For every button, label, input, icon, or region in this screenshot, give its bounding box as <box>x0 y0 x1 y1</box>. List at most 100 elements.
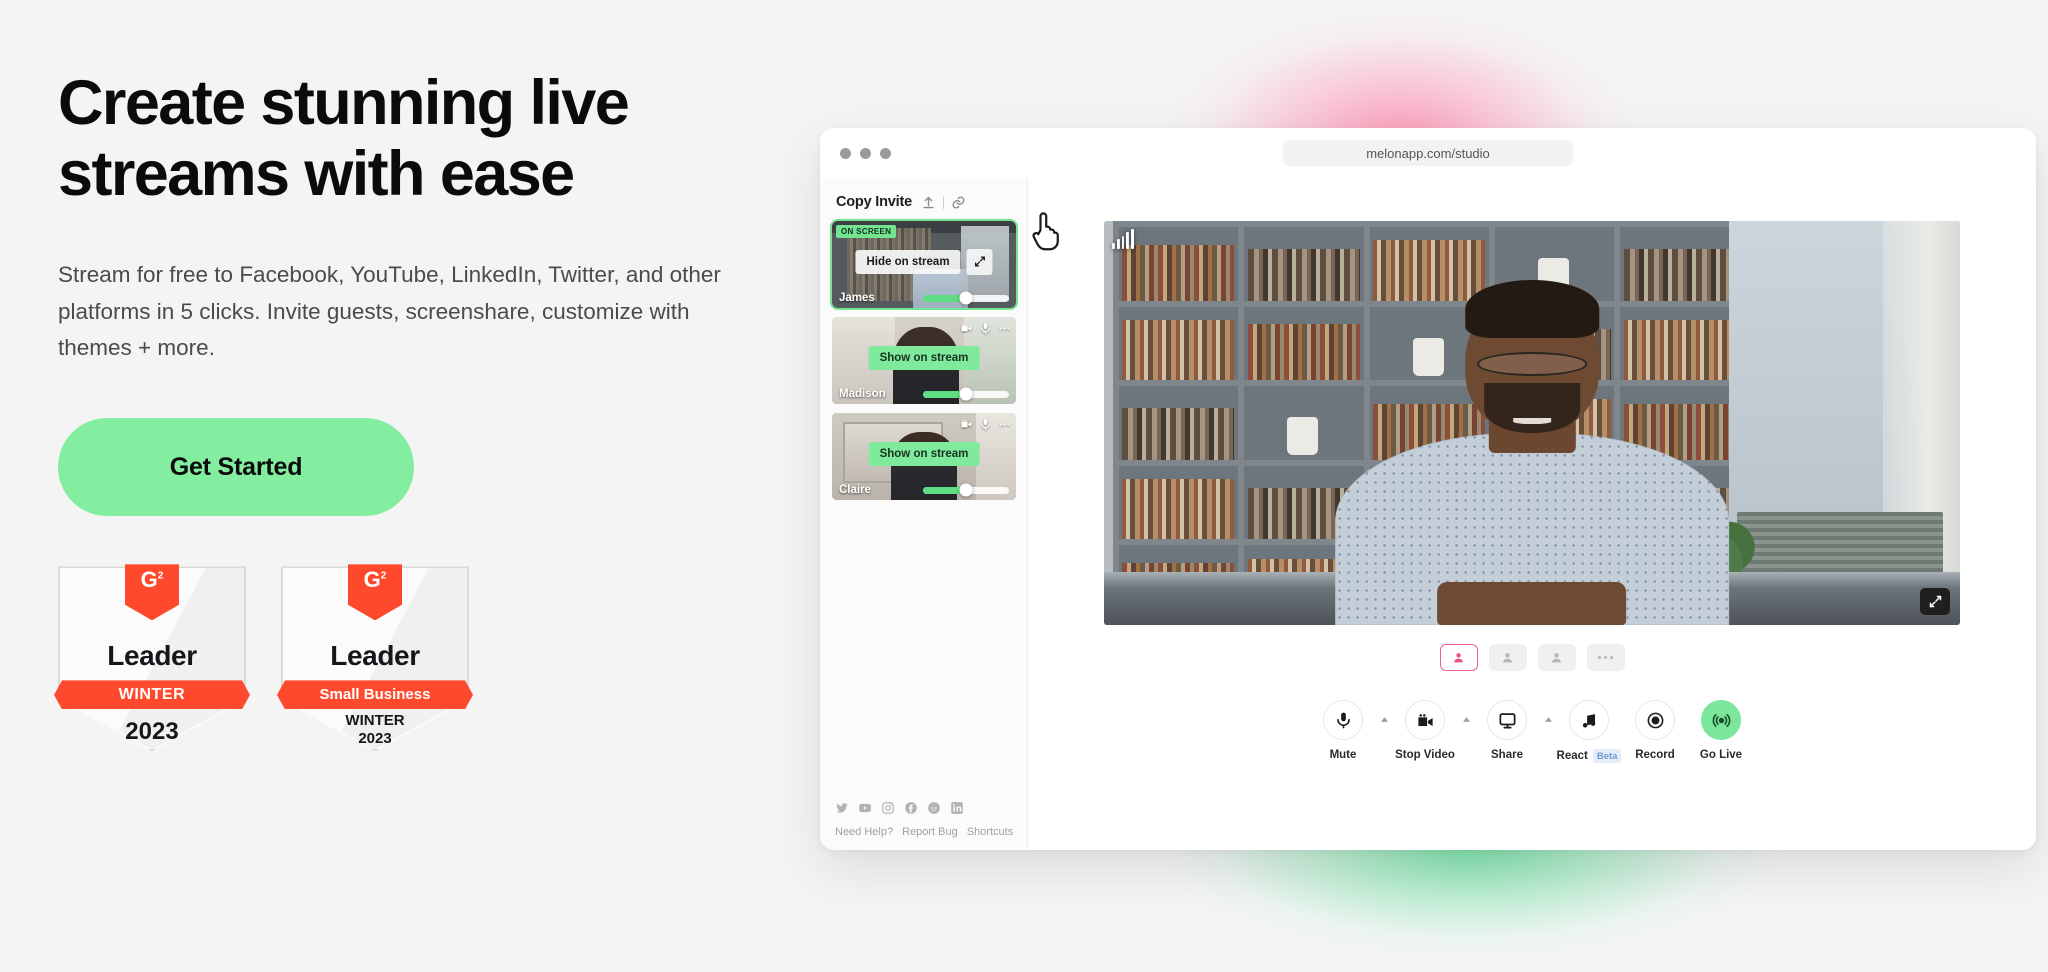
volume-thumb[interactable] <box>959 483 973 497</box>
show-on-stream-button[interactable]: Show on stream <box>868 441 980 466</box>
badge-subtext-line2: 2023 <box>358 730 392 748</box>
volume-slider[interactable] <box>923 291 1009 305</box>
control-label: Go Live <box>1699 749 1743 761</box>
instagram-icon[interactable] <box>881 801 895 815</box>
page-title: Create stunning live streams with ease <box>58 68 630 209</box>
badge-ribbon-label: Small Business <box>319 686 431 704</box>
link-icon[interactable] <box>951 195 966 210</box>
beta-badge: Beta <box>1592 749 1622 763</box>
need-help-link[interactable]: Need Help? <box>835 826 893 838</box>
twitter-icon[interactable] <box>835 801 849 815</box>
participant-card-icons <box>960 322 1011 335</box>
main-video[interactable] <box>1104 221 1960 625</box>
fullscreen-button[interactable] <box>1920 588 1950 615</box>
participant-card-madison[interactable]: Show on stream Madison <box>832 317 1016 404</box>
volume-slider[interactable] <box>923 387 1009 401</box>
camera-icon[interactable] <box>960 418 973 431</box>
participant-card-icons <box>960 418 1011 431</box>
presenter-smile <box>1512 417 1552 424</box>
participant-name: James <box>839 292 875 304</box>
more-icon[interactable] <box>998 418 1011 431</box>
shortcuts-link[interactable]: Shortcuts <box>967 826 1013 838</box>
browser-window: melonapp.com/studio Copy Invite ON SCREE… <box>820 128 2036 850</box>
camera-icon <box>1405 700 1445 740</box>
youtube-icon[interactable] <box>858 801 872 815</box>
browser-chrome: melonapp.com/studio <box>820 128 2036 178</box>
upload-icon[interactable] <box>921 195 936 210</box>
more-layouts-icon[interactable] <box>1586 644 1625 671</box>
linkedin-icon[interactable] <box>950 801 964 815</box>
volume-slider[interactable] <box>923 483 1009 497</box>
sidebar-footer-links: Need Help? Report Bug Shortcuts <box>832 826 1015 838</box>
badge-title: Leader <box>330 640 420 672</box>
go-live-button[interactable]: Go Live <box>1690 700 1752 761</box>
hero-section: Create stunning live streams with ease S… <box>58 68 798 752</box>
presenter-hands <box>1437 581 1627 625</box>
presenter-head <box>1465 279 1599 433</box>
react-label-text: React <box>1556 750 1588 762</box>
control-label: React Beta <box>1557 749 1622 763</box>
control-bar: Mute Stop Video Share React Beta Record … <box>1312 700 1752 763</box>
video-options-caret[interactable] <box>1460 715 1472 724</box>
minimize-icon[interactable] <box>860 147 871 159</box>
shelf-cell <box>1118 306 1239 381</box>
badge-year: 2023 <box>125 718 179 746</box>
stream-toggle-group: Show on stream <box>868 345 980 370</box>
participant-card-james[interactable]: ON SCREEN Hide on stream James <box>830 219 1018 310</box>
layout-selector <box>1439 644 1625 671</box>
badge-subtext: WINTER 2023 <box>281 712 469 747</box>
camera-icon[interactable] <box>960 322 973 335</box>
g2-logo-label: G2 <box>363 567 387 593</box>
volume-thumb[interactable] <box>959 291 973 305</box>
react-button[interactable]: React Beta <box>1557 700 1622 763</box>
social-links <box>832 801 1015 815</box>
badge-ribbon: Small Business <box>277 680 473 709</box>
g2-badge-leader-winter: G2 Leader WINTER 2023 <box>58 564 246 752</box>
mic-icon[interactable] <box>979 322 992 335</box>
control-label: Stop Video <box>1395 749 1455 761</box>
monitor-icon <box>1487 700 1527 740</box>
hero-subcopy: Stream for free to Facebook, YouTube, Li… <box>58 262 721 360</box>
share-button[interactable]: Share <box>1476 700 1538 761</box>
video-scene <box>1104 221 1960 625</box>
close-icon[interactable] <box>840 147 851 159</box>
reddit-icon[interactable] <box>927 801 941 815</box>
record-icon <box>1635 700 1675 740</box>
presenter-hair <box>1465 279 1599 339</box>
mic-icon[interactable] <box>979 418 992 431</box>
mute-options-caret[interactable] <box>1378 715 1390 724</box>
copy-invite-row[interactable]: Copy Invite <box>832 194 1015 221</box>
participant-footer: Madison <box>832 387 1016 401</box>
get-started-button[interactable]: Get Started <box>58 418 414 517</box>
layout-option-3[interactable] <box>1537 644 1576 671</box>
layout-option-2[interactable] <box>1488 644 1527 671</box>
control-label: Record <box>1635 749 1675 761</box>
hide-on-stream-button[interactable]: Hide on stream <box>855 249 961 274</box>
shelf-cell <box>1244 227 1364 301</box>
report-bug-link[interactable]: Report Bug <box>902 826 958 838</box>
show-on-stream-button[interactable]: Show on stream <box>868 345 980 370</box>
presenter-glasses <box>1477 352 1587 376</box>
participant-footer: James <box>832 291 1016 305</box>
studio-app: Copy Invite ON SCREEN Hide on stream Jam… <box>820 178 2036 850</box>
on-screen-badge: ON SCREEN <box>836 225 897 238</box>
mute-button[interactable]: Mute <box>1312 700 1374 761</box>
signal-strength-icon <box>1112 229 1134 249</box>
invite-icon-group <box>921 195 966 210</box>
facebook-icon[interactable] <box>904 801 918 815</box>
g2-badge-leader-small-business: G2 Leader Small Business WINTER 2023 <box>281 564 469 752</box>
share-options-caret[interactable] <box>1542 715 1554 724</box>
stop-video-button[interactable]: Stop Video <box>1394 700 1456 761</box>
layout-option-single[interactable] <box>1439 644 1478 671</box>
record-button[interactable]: Record <box>1624 700 1686 761</box>
control-label: Share <box>1491 749 1523 761</box>
participant-card-claire[interactable]: Show on stream Claire <box>832 413 1016 500</box>
more-icon[interactable] <box>998 322 1011 335</box>
broadcast-icon <box>1701 700 1741 740</box>
stream-toggle-group: Show on stream <box>868 441 980 466</box>
badge-subtext-line1: WINTER <box>345 712 405 730</box>
expand-icon[interactable] <box>966 248 993 275</box>
url-bar[interactable]: melonapp.com/studio <box>1283 140 1573 166</box>
maximize-icon[interactable] <box>880 147 891 159</box>
volume-thumb[interactable] <box>959 387 973 401</box>
